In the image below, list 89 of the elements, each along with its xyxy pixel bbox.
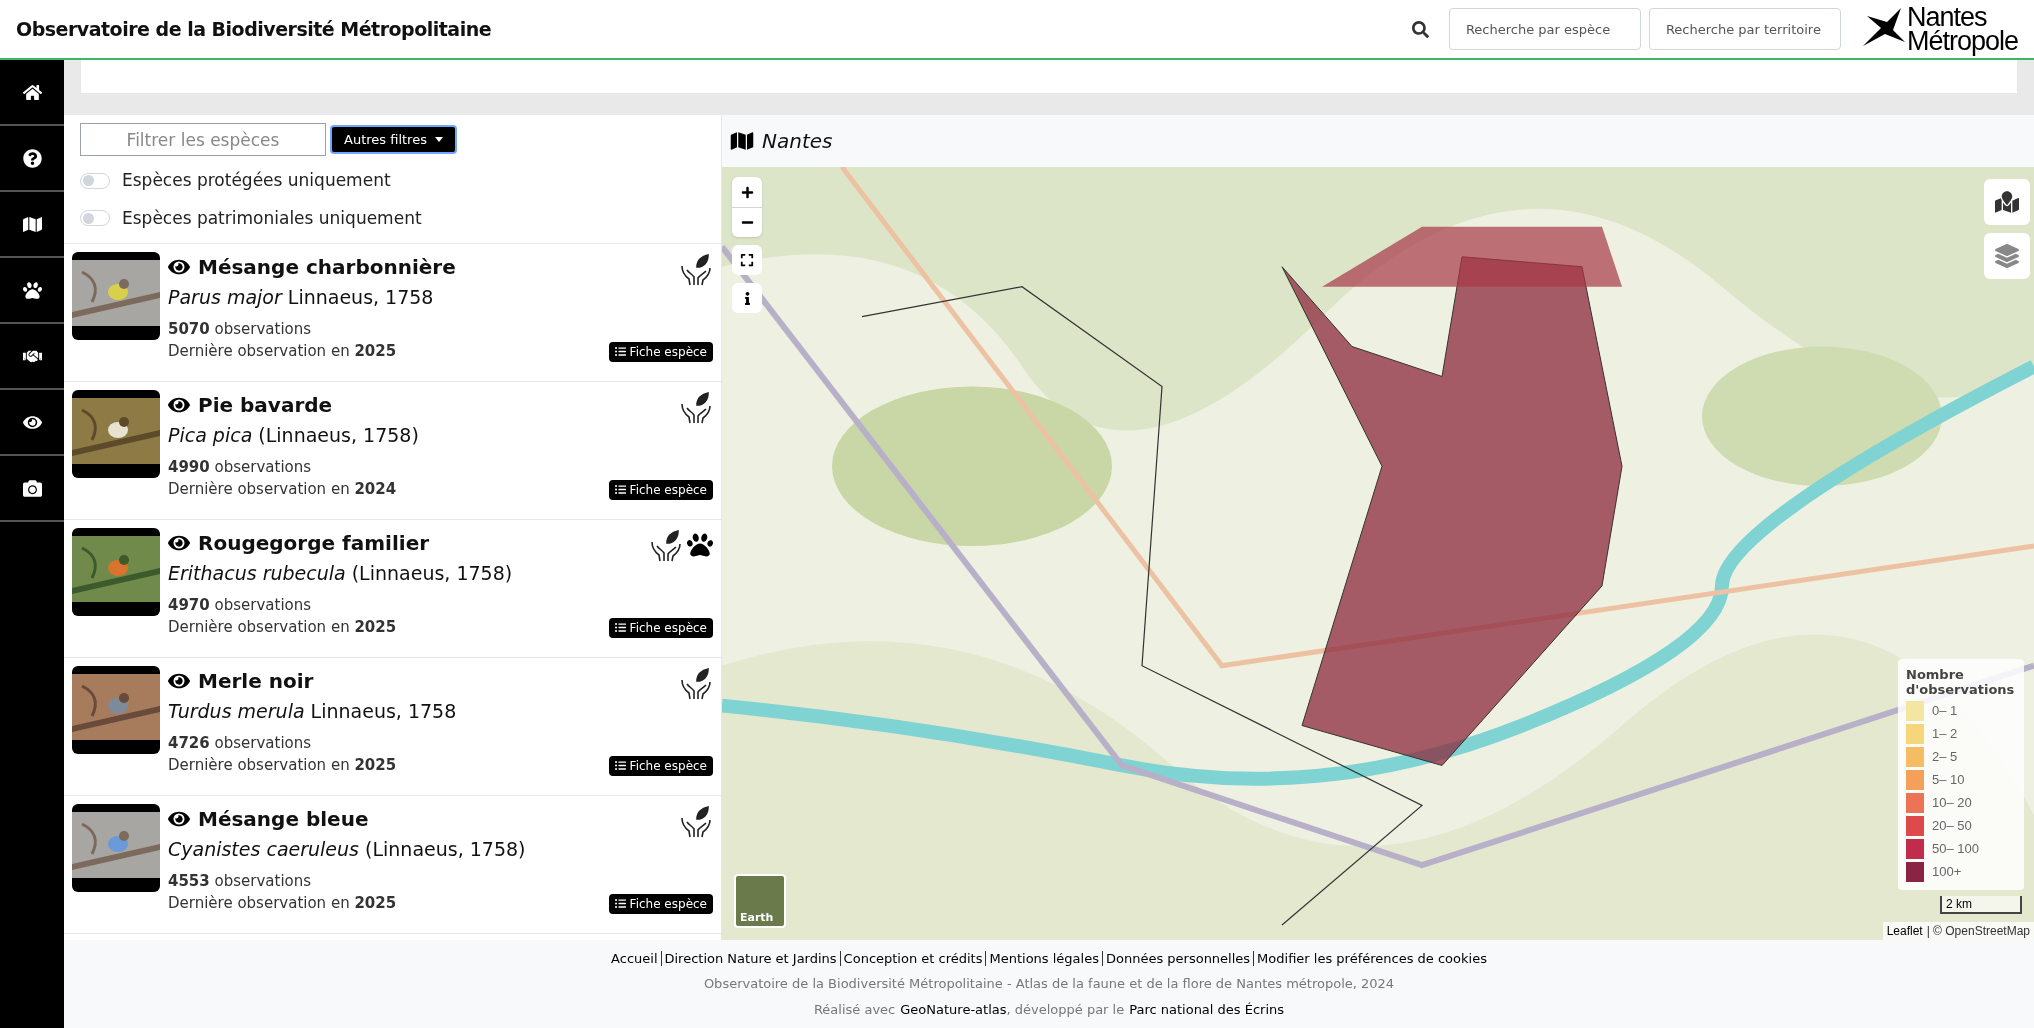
legend-label: 0– 1 — [1932, 702, 1958, 721]
map-view-button[interactable] — [1984, 179, 2030, 225]
list-icon — [614, 346, 626, 357]
species-name: Pie bavarde — [198, 392, 333, 419]
fullscreen-icon — [740, 253, 754, 267]
last-observation: Dernière observation en 2025 — [168, 755, 397, 777]
footer-link[interactable]: Conception et crédits — [843, 948, 983, 969]
last-observation: Dernière observation en 2024 — [168, 479, 397, 501]
legend-label: 20– 50 — [1932, 817, 1972, 836]
geonature-link[interactable]: GeoNature-atlas — [900, 999, 1007, 1020]
last-observation: Dernière observation en 2025 — [168, 617, 397, 639]
layers-icon — [1995, 244, 2019, 268]
protected-species-icon — [679, 252, 713, 286]
protected-species-icon — [679, 804, 713, 838]
scientific-name: Turdus merula Linnaeus, 1758 — [168, 700, 458, 724]
search-icon[interactable] — [1411, 20, 1429, 38]
last-observation: Dernière observation en 2025 — [168, 893, 397, 915]
credit-text: , développé par le — [1006, 1000, 1125, 1019]
map-icon — [1995, 190, 2019, 214]
species-name: Rougegorge familier — [198, 530, 430, 557]
map[interactable]: Earth Nombre d'observations 0– 1 1– 2 2– 5 5– 10 10– 20 20– 50 50– 100 100+ 2 km Leaflet | © OpenStreetMap — [722, 167, 2034, 940]
info-button[interactable] — [732, 283, 762, 313]
basemap-button[interactable]: Earth — [734, 874, 786, 928]
logo-text: Nantes — [1906, 4, 1987, 29]
logo-text: Métropole — [1906, 29, 2018, 54]
plus-icon — [740, 185, 754, 199]
leaflet-link[interactable]: Leaflet — [1886, 922, 1923, 940]
credit-text: Réalisé avec — [813, 1000, 896, 1019]
species-sheet-button[interactable]: Fiche espèce — [608, 479, 713, 500]
territory-search-field[interactable]: Recherche par territoire — [1648, 8, 1841, 50]
species-sheet-button[interactable]: Fiche espèce — [608, 617, 713, 638]
fullscreen-button[interactable] — [732, 245, 762, 275]
legend-label: 2– 5 — [1932, 748, 1958, 767]
list-icon — [614, 484, 626, 495]
observation-count: 5070 observations — [168, 318, 313, 340]
map-icon — [22, 214, 42, 234]
species-name: Merle noir — [198, 668, 314, 695]
observation-count: 4970 observations — [168, 594, 313, 616]
protected-species-icon — [679, 390, 713, 424]
toggle-switch[interactable] — [80, 210, 110, 227]
ecrins-link[interactable]: Parc national des Écrins — [1129, 999, 1285, 1020]
footer-link[interactable]: Direction Nature et Jardins — [664, 948, 837, 969]
scientific-name: Pica pica (Linnaeus, 1758) — [168, 424, 420, 448]
species-search-field[interactable]: Recherche par espèce — [1448, 8, 1641, 50]
paw-icon — [687, 532, 713, 558]
species-sheet-button[interactable]: Fiche espèce — [608, 893, 713, 914]
protected-species-icon — [679, 666, 713, 700]
observation-count: 4726 observations — [168, 732, 313, 754]
footer-link[interactable]: Modifier les préférences de cookies — [1257, 948, 1487, 969]
legend-label: 50– 100 — [1932, 840, 1979, 859]
list-icon — [614, 760, 626, 771]
legend-title: Nombre d'observations — [1906, 666, 2016, 698]
home-icon — [22, 82, 42, 102]
last-observation: Dernière observation en 2025 — [168, 341, 397, 363]
protected-species-icon — [649, 528, 683, 562]
footer-link[interactable]: Données personnelles — [1105, 948, 1251, 969]
help-icon — [22, 148, 42, 168]
observation-count: 4990 observations — [168, 456, 313, 478]
scale-bar: 2 km — [1940, 896, 2022, 914]
site-title: Observatoire de la Biodiversité Métropolitaine — [16, 16, 492, 42]
copyright-text: Observatoire de la Biodiversité Métropolitaine - Atlas de la faune et de la flore de Nantes métropole, 2024 — [703, 975, 1395, 994]
observation-count: 4553 observations — [168, 870, 313, 892]
more-filters-button[interactable]: Autres filtres — [330, 125, 457, 154]
layers-button[interactable] — [1984, 233, 2030, 279]
toggle-label: Espèces patrimoniales uniquement — [122, 206, 422, 230]
scientific-name: Parus major Linnaeus, 1758 — [168, 286, 435, 310]
scientific-name: Erithacus rubecula (Linnaeus, 1758) — [168, 562, 514, 586]
caret-icon — [434, 137, 443, 142]
species-sheet-button[interactable]: Fiche espèce — [608, 341, 713, 362]
legend-label: 10– 20 — [1932, 794, 1972, 813]
toggle-label: Espèces protégées uniquement — [122, 169, 391, 192]
scientific-name: Cyanistes caeruleus (Linnaeus, 1758) — [168, 838, 527, 862]
map-title: Nantes — [762, 128, 833, 155]
species-filter-field[interactable]: Filtrer les espèces — [80, 123, 326, 156]
paw-icon — [22, 280, 42, 300]
legend-label: 100+ — [1932, 863, 1962, 882]
species-name: Mésange charbonnière — [198, 254, 456, 281]
toggle-switch[interactable] — [80, 172, 110, 189]
legend-label: 5– 10 — [1932, 771, 1965, 790]
legend-label: 1– 2 — [1932, 725, 1958, 744]
list-icon — [614, 622, 626, 633]
list-icon — [614, 898, 626, 909]
species-sheet-button[interactable]: Fiche espèce — [608, 755, 713, 776]
footer-link[interactable]: Mentions légales — [989, 948, 1099, 969]
species-name: Mésange bleue — [198, 806, 369, 833]
footer-link[interactable]: Accueil — [611, 948, 658, 969]
attribution-text: | © OpenStreetMap — [1926, 923, 2030, 940]
camera-icon — [22, 478, 42, 498]
map-icon — [730, 131, 754, 151]
